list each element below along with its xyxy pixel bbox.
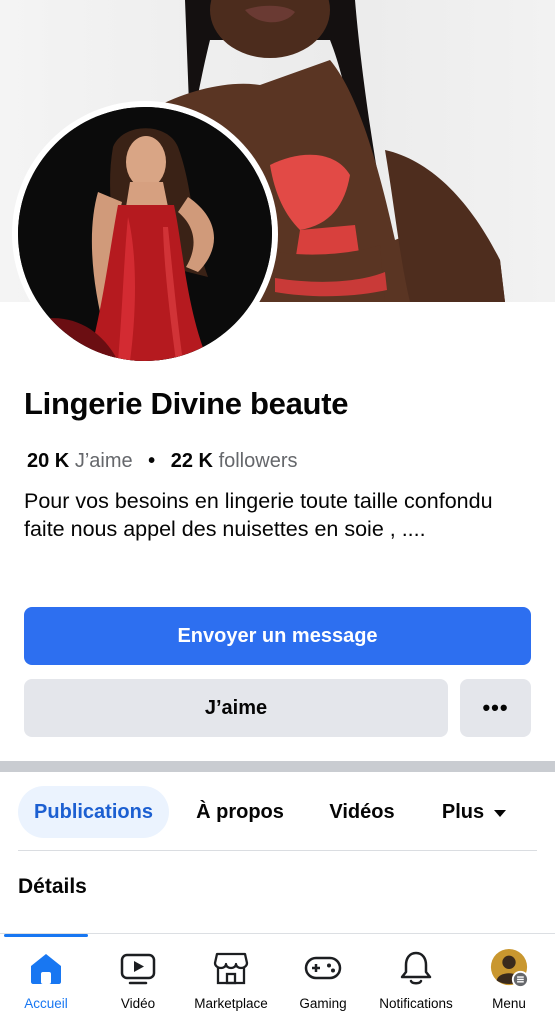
tab-publications[interactable]: Publications bbox=[18, 786, 169, 838]
more-options-button[interactable]: ••• bbox=[460, 679, 531, 737]
like-page-button[interactable]: J’aime bbox=[24, 679, 448, 737]
section-divider bbox=[0, 761, 555, 772]
avatar-image bbox=[18, 107, 272, 361]
nav-gaming[interactable]: Gaming bbox=[277, 948, 369, 1020]
page-title: Lingerie Divine beaute bbox=[24, 386, 349, 421]
caret-down-icon bbox=[494, 809, 507, 817]
likes-count: 20 K bbox=[27, 450, 70, 472]
nav-gaming-label: Gaming bbox=[299, 996, 347, 1011]
details-heading: Détails bbox=[18, 875, 87, 898]
nav-marketplace[interactable]: Marketplace bbox=[185, 948, 277, 1020]
tab-more-label: Plus bbox=[441, 800, 485, 823]
nav-notifications[interactable]: Notifications bbox=[370, 948, 462, 1020]
stats-separator: • bbox=[148, 450, 156, 472]
nav-marketplace-label: Marketplace bbox=[194, 996, 268, 1011]
tab-videos[interactable]: Vidéos bbox=[322, 786, 402, 838]
bell-icon bbox=[396, 948, 436, 988]
nav-menu[interactable]: Menu bbox=[463, 948, 555, 1020]
nav-video[interactable]: Vidéo bbox=[92, 948, 184, 1020]
active-tab-indicator bbox=[4, 934, 88, 937]
likes-label: J’aime bbox=[74, 450, 133, 472]
video-icon bbox=[118, 948, 158, 988]
page-stats[interactable]: 20 K J’aime • 22 K followers bbox=[27, 450, 297, 473]
tab-more[interactable]: Plus bbox=[434, 786, 514, 838]
tabs-separator bbox=[18, 850, 537, 851]
gaming-icon bbox=[303, 948, 343, 988]
marketplace-icon bbox=[211, 948, 251, 988]
nav-video-label: Vidéo bbox=[120, 996, 156, 1011]
nav-home[interactable]: Accueil bbox=[0, 948, 92, 1020]
profile-avatar[interactable] bbox=[12, 101, 278, 367]
send-message-button[interactable]: Envoyer un message bbox=[24, 607, 531, 665]
followers-label: followers bbox=[218, 450, 298, 472]
nav-menu-label: Menu bbox=[492, 996, 526, 1011]
bottom-navigation: Accueil Vidéo Marketplace Gaming Notific… bbox=[0, 933, 555, 1023]
avatar-menu-icon bbox=[489, 948, 529, 988]
page-bio: Pour vos besoins en lingerie toute taill… bbox=[24, 489, 493, 541]
nav-home-label: Accueil bbox=[24, 996, 68, 1011]
home-icon bbox=[26, 948, 66, 988]
tab-about[interactable]: À propos bbox=[190, 786, 290, 838]
followers-count: 22 K bbox=[170, 450, 213, 472]
nav-notifications-label: Notifications bbox=[379, 996, 453, 1011]
